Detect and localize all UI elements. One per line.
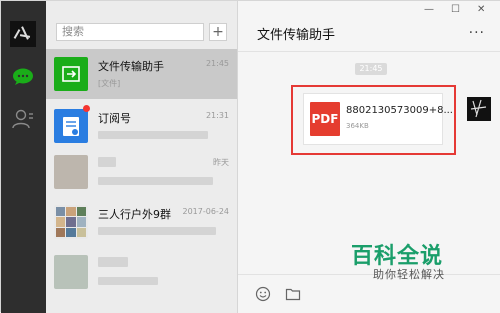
group-avatar: [54, 205, 88, 239]
nav-rail: [1, 1, 46, 313]
message-timestamp: 21:45: [355, 63, 387, 75]
conversation-list: 搜索 + 文件传输助手 21:45 [文件] 订阅号 21:31 昨天 三人行户…: [46, 1, 238, 313]
unread-dot: [83, 105, 90, 112]
header-divider: [238, 51, 500, 52]
blurred-name: [98, 157, 116, 167]
conversation-time: 昨天: [213, 158, 229, 167]
avatar: [54, 155, 88, 189]
folder-icon[interactable]: [285, 286, 301, 302]
conversation-time: 2017-06-24: [182, 207, 230, 216]
conversation-item-subscriptions[interactable]: 订阅号 21:31: [46, 101, 237, 151]
sender-avatar[interactable]: [467, 97, 491, 121]
contacts-icon[interactable]: [12, 109, 34, 129]
blurred-preview: [98, 227, 216, 235]
blurred-preview: [98, 277, 158, 285]
blurred-preview: [98, 131, 208, 139]
conversation-name: 三人行户外9群: [98, 208, 171, 221]
user-avatar[interactable]: [10, 21, 36, 47]
more-options-button[interactable]: ...: [469, 21, 485, 37]
search-placeholder: 搜索: [62, 25, 84, 38]
chat-title: 文件传输助手: [257, 28, 336, 43]
pdf-file-icon: PDF: [310, 102, 340, 136]
file-name: 8802130573009+8...: [346, 105, 453, 116]
conversation-name: 订阅号: [98, 112, 131, 125]
chat-bubble-icon[interactable]: [12, 68, 34, 86]
conversation-time: 21:31: [205, 111, 229, 120]
add-button[interactable]: +: [209, 23, 227, 41]
minimize-button[interactable]: —: [424, 4, 434, 15]
conversation-item-group[interactable]: 三人行户外9群 2017-06-24: [46, 197, 237, 247]
conversation-item[interactable]: [46, 247, 237, 297]
avatar: [54, 255, 88, 289]
conversation-time: 21:45: [205, 59, 229, 68]
blurred-preview: [98, 177, 213, 185]
search-input[interactable]: 搜索: [56, 23, 204, 41]
chat-pane: — ☐ ✕ 文件传输助手 ... 21:45 PDF 8802130573009…: [238, 1, 500, 313]
conversation-preview: [文件]: [98, 79, 121, 88]
close-button[interactable]: ✕: [477, 4, 485, 15]
subscription-icon: [54, 109, 88, 143]
input-divider: [238, 274, 500, 275]
file-size: 364KB: [346, 122, 369, 130]
watermark-subtitle: 助你轻松解决: [373, 268, 445, 281]
maximize-button[interactable]: ☐: [451, 4, 460, 15]
conversation-item[interactable]: 昨天: [46, 147, 237, 197]
app-window: 搜索 + 文件传输助手 21:45 [文件] 订阅号 21:31 昨天 三人行户…: [0, 0, 500, 313]
emoji-icon[interactable]: [255, 286, 271, 302]
blurred-name: [98, 257, 128, 267]
conversation-item-file-transfer[interactable]: 文件传输助手 21:45 [文件]: [46, 49, 237, 99]
file-transfer-icon: [54, 57, 88, 91]
conversation-name: 文件传输助手: [98, 60, 164, 73]
file-message-card[interactable]: PDF 8802130573009+8... 364KB: [303, 93, 453, 145]
